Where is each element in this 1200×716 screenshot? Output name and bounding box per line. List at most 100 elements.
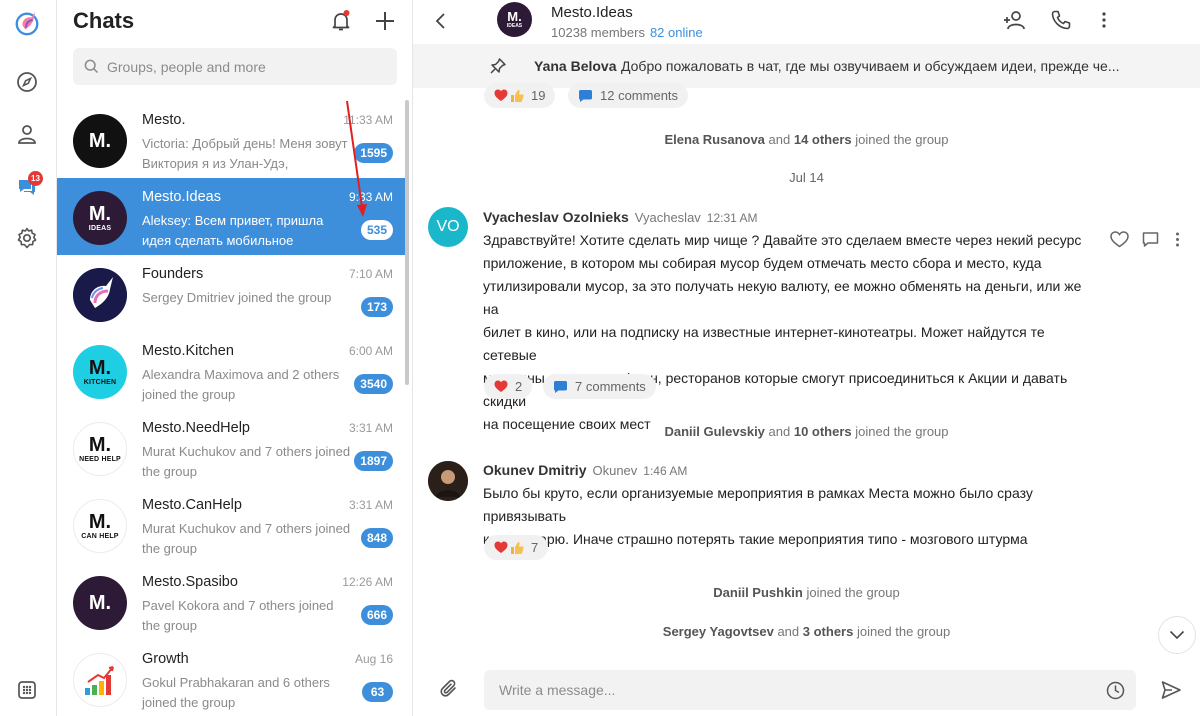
chat-list-title: Chats [73,8,135,33]
chat-preview: Gokul Prabhakaran and 6 others joined th… [142,675,330,710]
chat-time: 6:00 AM [348,344,393,358]
emoji-icon[interactable] [1104,679,1126,701]
comment-icon [554,380,567,393]
scroll-down-button[interactable] [1158,616,1196,654]
chat-name: Mesto.Kitchen [142,343,234,359]
chat-list-pane: Chats Groups, people and more M. Mesto. … [57,0,413,716]
conversation-pane: M. IDEAS Mesto.Ideas 10238 members 82 onl… [413,0,1200,716]
message-author[interactable]: Vyacheslav Ozolnieks [483,209,629,225]
date-separator: Jul 14 [789,170,824,185]
pin-icon [489,57,507,78]
reaction-pill[interactable]: 7 [484,535,549,560]
chat-item-mesto-ideas[interactable]: M. IDEAS Mesto.Ideas Aleksey: Всем приве… [57,178,409,255]
comments-button[interactable]: 12 comments [568,83,689,108]
reaction-pill[interactable]: 19 [484,83,556,108]
message-username: Vyacheslav [634,210,701,225]
compass-icon[interactable] [13,68,41,96]
reaction-count: 19 [531,88,546,103]
pinned-message-bar[interactable]: Yana Belova Добро пожаловать в чат, где … [413,44,1200,88]
chat-item-mesto-canhelp[interactable]: M. CAN HELP Mesto.CanHelp Murat Kuchukov… [57,486,409,563]
avatar: M. [73,114,127,168]
search-bar[interactable]: Groups, people and more [73,48,397,85]
reaction-pill[interactable]: 2 [484,374,533,399]
comment-icon [579,89,592,102]
chat-name: Mesto.CanHelp [142,497,242,513]
send-icon[interactable] [1157,676,1185,704]
chat-item-growth[interactable]: Growth Gokul Prabhakaran and 6 others jo… [57,640,409,716]
unread-badge: 535 [360,220,393,240]
more-icon[interactable] [1090,6,1118,34]
chat-name: Mesto. [142,112,186,128]
avatar: M. CAN HELP [73,499,127,553]
unread-badge: 3540 [354,374,393,394]
chat-preview: Sergey Dmitriev joined the group [142,290,332,305]
avatar: M. KITCHEN [73,345,127,399]
chat-name: Mesto.NeedHelp [142,420,250,436]
conversation-avatar[interactable]: M. IDEAS [497,2,532,37]
comment-icon[interactable] [1138,227,1162,251]
chat-item-founders[interactable]: Founders Sergey Dmitriev joined the grou… [57,255,409,332]
phone-icon[interactable] [1047,6,1075,34]
back-icon[interactable] [427,7,455,35]
search-input[interactable]: Groups, people and more [107,59,266,75]
avatar [73,653,127,707]
heart-icon[interactable] [1107,227,1131,251]
chat-time: Aug 16 [354,652,393,666]
chat-item-mesto-kitchen[interactable]: M. KITCHEN Mesto.Kitchen Alexandra Maxim… [57,332,409,409]
chat-time: 3:31 AM [348,421,393,435]
message-text: Здравствуйте! Хотите сделать мир чище ? … [483,232,1082,432]
unread-badge: 1897 [354,451,393,471]
add-user-icon[interactable] [1001,6,1029,34]
comments-button[interactable]: 7 comments [543,374,656,399]
avatar: M. NEED HELP [73,422,127,476]
chat-name: Growth [142,651,189,667]
person-icon[interactable] [13,120,41,148]
chat-preview: Victoria: Добрый день! Меня зовут Виктор… [142,136,348,171]
paperclip-icon[interactable] [435,675,463,703]
plus-icon[interactable] [372,8,398,34]
apps-grid-icon[interactable] [13,676,41,704]
reaction-count: 7 [531,540,539,555]
gear-icon[interactable] [13,224,41,252]
heart-icon [494,541,508,553]
avatar [73,268,127,322]
message-text: Было бы круто, если организуемые меропри… [483,485,1033,547]
user-photo-icon [428,461,468,501]
heart-icon [494,89,508,101]
conversation-title: Mesto.Ideas [551,4,633,21]
more-icon[interactable] [1165,227,1189,251]
message-time: 12:31 AM [706,211,758,225]
avatar[interactable] [428,461,468,501]
message-input[interactable] [484,670,1084,710]
online-count: 82 online [649,25,703,40]
unread-badge: 1595 [354,143,393,163]
member-count: 10238 members [551,25,645,40]
heart-icon [494,380,508,392]
pinned-text: Добро пожаловать в чат, где мы озвучивае… [621,58,1120,74]
system-message: Elena Rusanova and 14 others joined the … [664,132,949,147]
message-composer[interactable] [484,670,1136,710]
chat-list-scrollbar[interactable] [405,100,409,385]
thumbs-up-icon [511,89,524,102]
search-icon [84,59,99,74]
bell-icon[interactable] [328,8,354,34]
unicorn-avatar-icon [73,268,127,322]
avatar: M. [73,576,127,630]
chat-time: 11:33 AM [343,113,393,127]
message-author[interactable]: Okunev Dmitriy [483,462,586,478]
chat-item-mesto-spasibo[interactable]: M. Mesto.Spasibo Pavel Kokora and 7 othe… [57,563,409,640]
chat-name: Mesto.Ideas [142,189,221,205]
chat-item-mesto-needhelp[interactable]: M. NEED HELP Mesto.NeedHelp Murat Kuchuk… [57,409,409,486]
unread-badge: 666 [360,605,393,625]
unicorn-logo[interactable] [13,9,41,37]
pinned-author: Yana Belova [534,58,617,74]
unread-badge: 63 [362,682,393,702]
chat-item-mesto[interactable]: M. Mesto. Victoria: Добрый день! Меня зо… [57,101,409,178]
app-rail: 13 [0,0,57,716]
chat-name: Mesto.Spasibo [142,574,238,590]
chevron-down-icon [1169,630,1185,640]
thumbs-up-icon [511,541,524,554]
chat-time: 3:31 AM [348,498,393,512]
chat-time: 7:10 AM [348,267,393,281]
avatar[interactable]: VO [428,207,468,247]
